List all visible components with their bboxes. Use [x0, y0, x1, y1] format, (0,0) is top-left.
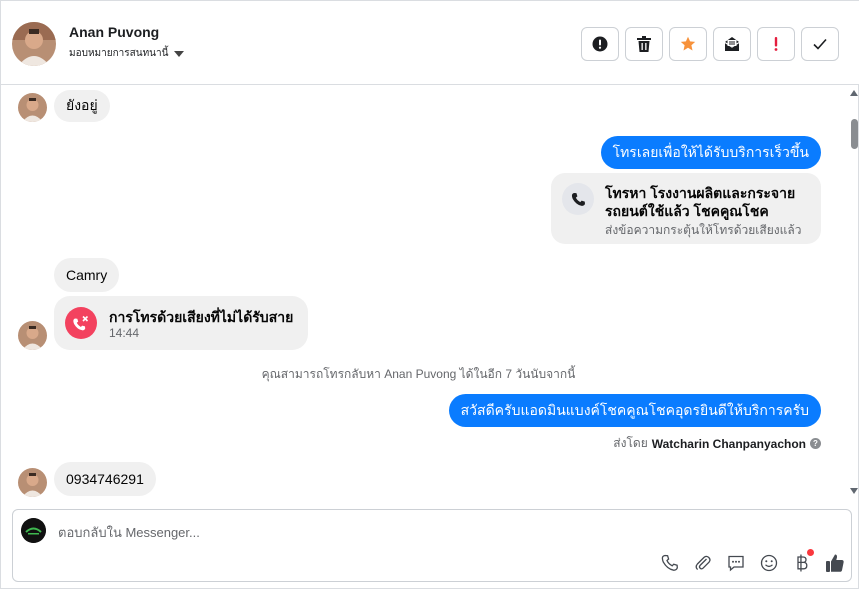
- phone-icon: [661, 554, 678, 571]
- missed-phone-icon: [73, 315, 89, 331]
- sent-by-prefix: ส่งโดย: [613, 436, 648, 450]
- conversation-header: Anan Puvong มอบหมายการสนทนานี้: [1, 1, 859, 85]
- send-like-button[interactable]: [824, 552, 845, 573]
- incoming-message[interactable]: Camry: [54, 258, 120, 292]
- phone-icon-badge: [562, 183, 594, 215]
- assign-label: มอบหมายการสนทนานี้: [69, 48, 169, 59]
- contact-avatar-small[interactable]: [18, 468, 47, 497]
- reply-input[interactable]: [58, 522, 658, 542]
- callback-notice: คุณสามารถโทรกลับหา Anan Puvong ได้ในอีก …: [261, 367, 576, 381]
- help-icon[interactable]: ?: [810, 438, 821, 449]
- outgoing-message[interactable]: โทรเลยเพื่อให้ได้รับบริการเร็วขึ้น: [600, 136, 821, 169]
- payment-button[interactable]: [791, 549, 814, 573]
- important-button[interactable]: [757, 27, 795, 61]
- star-button[interactable]: [669, 27, 707, 61]
- checkmark-icon: [813, 38, 827, 50]
- mark-unread-button[interactable]: [713, 27, 751, 61]
- incoming-message[interactable]: 0934746291: [54, 462, 156, 496]
- call-button[interactable]: [659, 552, 680, 573]
- emoji-button[interactable]: [758, 552, 779, 573]
- attach-button[interactable]: [692, 552, 713, 573]
- outgoing-message[interactable]: สวัสดีครับแอดมินแบงค์โชคคูณโชคอุดรยินดีใ…: [448, 394, 821, 427]
- inbox-conversation-panel: Anan Puvong มอบหมายการสนทนานี้ ยังอยู่ โ…: [0, 0, 859, 589]
- composer-tools: [659, 549, 845, 573]
- contact-avatar-small[interactable]: [18, 93, 47, 122]
- incoming-message[interactable]: ยังอยู่: [54, 90, 110, 122]
- emoji-icon: [760, 554, 777, 571]
- assign-conversation-dropdown[interactable]: มอบหมายการสนทนานี้: [69, 46, 185, 61]
- saved-reply-icon: [727, 555, 744, 571]
- missed-call-icon: [65, 307, 97, 339]
- phone-icon: [571, 192, 585, 206]
- call-card-title: โทรหา โรงงานผลิตและกระจาย รถยนต์ใช้แล้ว …: [605, 184, 795, 220]
- mark-done-button[interactable]: [801, 27, 839, 61]
- call-card-subtitle: ส่งข้อความกระตุ้นให้โทรด้วยเสียงแล้ว: [605, 223, 802, 237]
- page-logo: [21, 518, 46, 543]
- paperclip-icon: [695, 555, 711, 570]
- report-spam-button[interactable]: [581, 27, 619, 61]
- contact-name[interactable]: Anan Puvong: [69, 24, 159, 40]
- thread-scrollbar[interactable]: [848, 86, 859, 500]
- alert-circle-icon: [592, 36, 608, 52]
- reply-composer: [12, 509, 852, 582]
- baht-payment-icon: [796, 554, 807, 571]
- saved-reply-button[interactable]: [725, 552, 746, 573]
- sent-by-name[interactable]: Watcharin Chanpanyachon: [652, 437, 806, 451]
- contact-avatar-small[interactable]: [18, 321, 47, 350]
- scroll-down-arrow-icon[interactable]: [850, 488, 858, 494]
- sent-by-line: ส่งโดย Watcharin Chanpanyachon ?: [613, 434, 821, 453]
- message-thread[interactable]: ยังอยู่ โทรเลยเพื่อให้ได้รับบริการเร็วขึ…: [1, 86, 848, 500]
- thumbs-up-icon: [825, 554, 844, 572]
- notification-dot: [807, 549, 814, 556]
- delete-button[interactable]: [625, 27, 663, 61]
- call-request-card[interactable]: โทรหา โรงงานผลิตและกระจาย รถยนต์ใช้แล้ว …: [551, 173, 821, 244]
- trash-icon: [637, 36, 651, 52]
- scroll-up-arrow-icon[interactable]: [850, 90, 858, 96]
- caret-down-icon: [174, 50, 185, 57]
- envelope-open-icon: [724, 37, 740, 51]
- exclamation-icon: [774, 37, 778, 51]
- contact-avatar[interactable]: [12, 22, 56, 66]
- missed-call-card[interactable]: การโทรด้วยเสียงที่ไม่ได้รับสาย 14:44: [54, 296, 308, 350]
- call-card-title-line1: โทรหา โรงงานผลิตและกระจาย: [605, 185, 796, 201]
- call-card-title-line2: รถยนต์ใช้แล้ว โชคคูณโชค: [605, 203, 769, 219]
- header-actions: [581, 27, 839, 61]
- missed-call-time: 14:44: [109, 326, 140, 340]
- scrollbar-thumb[interactable]: [851, 119, 858, 149]
- star-icon: [680, 36, 696, 51]
